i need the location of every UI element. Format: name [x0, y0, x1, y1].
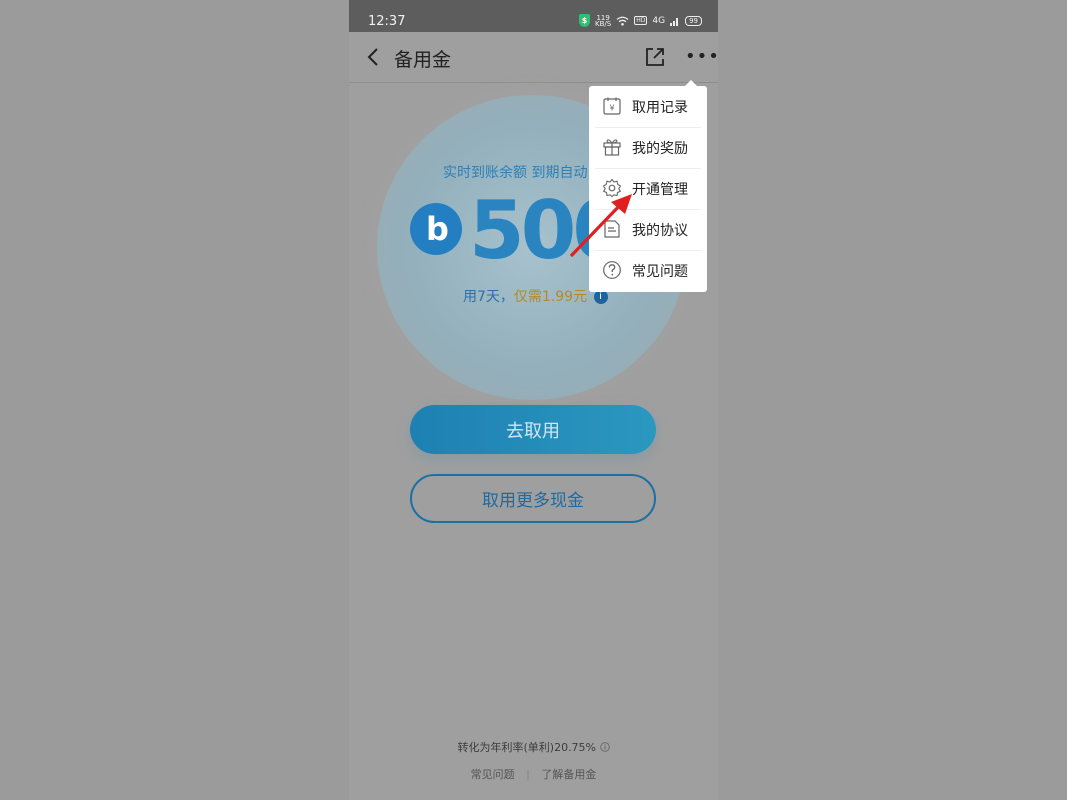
status-time: 12:37 — [368, 14, 406, 29]
coin-icon: b — [410, 203, 462, 255]
status-bar: 12:37 $ 119 KB/S HD 4G 99 — [349, 0, 718, 32]
question-icon — [603, 261, 621, 279]
footer-link-faq[interactable]: 常见问题 — [471, 768, 515, 781]
interest-rate-text: 转化为年利率(单利)20.75% — [457, 741, 597, 754]
balance-subtitle: 实时到账余额 到期自动 — [443, 165, 588, 181]
hd-badge: HD — [634, 16, 648, 25]
phone-screen: 12:37 $ 119 KB/S HD 4G 99 备用金 ••• 实时到账余额… — [349, 0, 718, 800]
svg-text:¥: ¥ — [609, 104, 614, 113]
info-circle-icon[interactable] — [599, 742, 610, 752]
red-arrow-annotation — [569, 194, 632, 258]
share-icon[interactable] — [644, 46, 666, 68]
speed-unit: KB/S — [595, 19, 612, 28]
menu-item-rewards[interactable]: 我的奖励 — [589, 127, 707, 168]
menu-item-label: 取用记录 — [632, 100, 688, 116]
menu-item-withdraw-records[interactable]: ¥ 取用记录 — [589, 86, 707, 127]
menu-item-label: 我的奖励 — [632, 141, 688, 157]
footer-links: 常见问题 | 了解备用金 — [349, 766, 718, 782]
page-title: 备用金 — [394, 49, 452, 71]
coin-letter: b — [426, 210, 449, 248]
footer-link-about[interactable]: 了解备用金 — [541, 768, 596, 781]
app-header: 备用金 ••• — [349, 32, 718, 83]
status-icons: $ 119 KB/S HD 4G 99 — [579, 14, 702, 27]
footer-separator: | — [526, 768, 530, 781]
gift-icon — [603, 139, 621, 156]
menu-item-label: 开通管理 — [632, 182, 688, 198]
withdraw-more-button[interactable]: 取用更多现金 — [410, 474, 656, 523]
menu-item-label: 常见问题 — [632, 264, 688, 280]
calendar-yen-icon: ¥ — [603, 97, 621, 115]
fee-days: 用7天， — [463, 289, 514, 305]
menu-item-label: 我的协议 — [632, 223, 688, 239]
signal-icon — [670, 17, 679, 26]
info-icon[interactable]: i — [593, 290, 608, 304]
network-type: 4G — [652, 15, 666, 26]
interest-rate-note: 转化为年利率(单利)20.75% — [349, 739, 718, 755]
wifi-icon — [616, 16, 629, 26]
withdraw-button[interactable]: 去取用 — [410, 405, 656, 454]
more-menu: ¥ 取用记录 我的奖励 开通管理 我的协议 常见问题 — [589, 80, 707, 292]
more-icon[interactable]: ••• — [685, 48, 718, 66]
network-speed: 119 KB/S — [595, 14, 612, 28]
battery-icon: 99 — [685, 15, 702, 26]
shield-icon: $ — [579, 14, 591, 27]
fee-description: 用7天，仅需1.99元 i — [463, 286, 608, 306]
chevron-left-icon[interactable] — [365, 47, 381, 67]
fee-price: 仅需1.99元 — [513, 289, 588, 305]
